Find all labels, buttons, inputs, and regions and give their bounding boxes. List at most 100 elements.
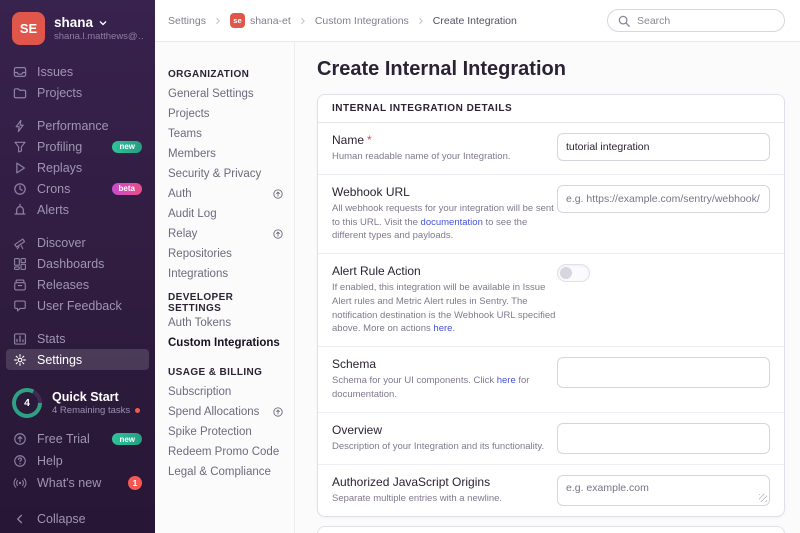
settings-nav-item-auth-tokens[interactable]: Auth Tokens [168,313,284,333]
settings-nav-item-auth[interactable]: Auth [168,184,284,204]
alert-rule-action-help-link[interactable]: here [433,323,452,334]
settings-nav-header: ORGANIZATION [168,64,284,84]
search-box[interactable] [607,9,785,32]
sidebar-item-discover[interactable]: Discover [6,232,149,253]
user-name: shana [54,15,93,30]
chevron-right-icon [298,16,308,26]
primary-sidebar: SE shana shana.l.matthews@… IssuesProjec… [0,0,155,533]
breadcrumb-shana-et[interactable]: seshana-et [230,13,291,28]
settings-nav-item-projects[interactable]: Projects [168,104,284,124]
sidebar-item-label: Releases [37,278,89,292]
sidebar-item-help[interactable]: Help [6,450,149,472]
form-row-webhook-url: Webhook URLAll webhook requests for your… [318,175,784,254]
upsell-icon [272,406,284,418]
replays-icon [13,161,27,175]
form-row-alert-rule-action: Alert Rule Action If enabled, this integr… [318,254,784,347]
authorized-javascript-origins-resize-handle[interactable] [759,494,767,502]
sidebar-item-what-s-new[interactable]: What's new1 [6,472,149,494]
sidebar-item-user-feedback[interactable]: User Feedback [6,295,149,316]
sidebar-item-dashboards[interactable]: Dashboards [6,253,149,274]
settings-nav-item-label: Projects [168,108,210,120]
settings-nav-section: ORGANIZATIONGeneral Settings Projects Team… [168,64,284,284]
sidebar-item-alerts[interactable]: Alerts [6,199,149,220]
name-input[interactable] [557,133,770,161]
issues-icon [13,65,27,79]
sidebar-item-issues[interactable]: Issues [6,61,149,82]
settings-body: ORGANIZATIONGeneral Settings Projects Team… [155,42,800,533]
releases-icon [13,278,27,292]
settings-nav-item-redeem-promo-code[interactable]: Redeem Promo Code [168,442,284,462]
settings-nav-item-teams[interactable]: Teams [168,124,284,144]
sidebar-item-free-trial[interactable]: Free Trialnew [6,428,149,450]
webhook-url-input[interactable] [557,185,770,213]
toggle-knob [560,267,572,279]
breadcrumb-custom-integrations[interactable]: Custom Integrations [315,15,409,27]
sidebar-item-stats[interactable]: Stats [6,328,149,349]
search-icon [617,14,631,28]
breadcrumb: Settings seshana-et Custom Integrations Cre… [168,13,517,28]
settings-nav-item-spend-allocations[interactable]: Spend Allocations [168,402,284,422]
schema-help-link[interactable]: here [497,375,516,386]
sidebar-collapse-button[interactable]: Collapse [6,508,149,530]
breadcrumb-label: Create Integration [433,15,517,27]
settings-nav-item-label: Auth Tokens [168,317,231,329]
form-row-name: Name*Human readable name of your Integra… [318,123,784,175]
settings-nav-section: USAGE & BILLINGSubscriptionSpend Allocat… [168,362,284,482]
sidebar-item-projects[interactable]: Projects [6,82,149,103]
field-help: All webhook requests for your integratio… [332,202,557,243]
settings-nav-item-custom-integrations[interactable]: Custom Integrations [168,333,284,353]
sidebar-nav-group: DiscoverDashboards Releases User Feedback [0,232,155,316]
dashboards-icon [13,257,27,271]
sidebar-item-crons[interactable]: Cronsbeta [6,178,149,199]
settings-nav-item-label: Integrations [168,268,228,280]
settings-nav-item-general-settings[interactable]: General Settings [168,84,284,104]
sidebar-item-label: User Feedback [37,299,122,313]
sidebar-item-replays[interactable]: Replays [6,157,149,178]
settings-nav-item-audit-log[interactable]: Audit Log [168,204,284,224]
form-row-schema: SchemaSchema for your UI components. Cli… [318,347,784,413]
settings-nav-item-integrations[interactable]: Integrations [168,264,284,284]
schema-textarea[interactable] [557,357,770,388]
sidebar-item-releases[interactable]: Releases [6,274,149,295]
quick-start-item[interactable]: 4 Quick Start 4 Remaining tasks [0,382,155,428]
breadcrumb-settings[interactable]: Settings [168,15,206,27]
field-label: Alert Rule Action [332,264,557,278]
sidebar-item-profiling[interactable]: Profilingnew [6,136,149,157]
settings-nav-item-label: Relay [168,228,197,240]
settings-nav-item-members[interactable]: Members [168,144,284,164]
field-control [557,423,770,454]
crons-icon [13,182,27,196]
user-feedback-icon [13,299,27,313]
settings-icon [13,353,27,367]
org-user-dropdown[interactable]: SE shana shana.l.matthews@… [0,0,155,53]
settings-nav-item-legal-compliance[interactable]: Legal & Compliance [168,462,284,482]
settings-nav-item-label: Auth [168,188,192,200]
performance-icon [13,119,27,133]
field-meta: Webhook URLAll webhook requests for your… [332,185,557,243]
settings-nav-item-spike-protection[interactable]: Spike Protection [168,422,284,442]
chevron-right-icon [213,16,223,26]
sidebar-footer-items: Free TrialnewHelpWhat's new1 [0,428,155,494]
settings-nav-item-security-privacy[interactable]: Security & Privacy [168,164,284,184]
field-meta: OverviewDescription of your Integration … [332,423,557,454]
field-help: If enabled, this integration will be ava… [332,281,557,336]
sidebar-item-performance[interactable]: Performance [6,115,149,136]
quick-start-subtitle: 4 Remaining tasks [52,405,130,416]
field-label: Schema [332,357,557,371]
breadcrumb-create-integration[interactable]: Create Integration [433,15,517,27]
overview-textarea[interactable] [557,423,770,454]
settings-nav-item-repositories[interactable]: Repositories [168,244,284,264]
chevron-right-icon [416,16,426,26]
settings-nav-item-relay[interactable]: Relay [168,224,284,244]
field-meta: Name*Human readable name of your Integra… [332,133,557,164]
search-input[interactable] [637,15,775,27]
authorized-javascript-origins-textarea[interactable] [557,475,770,506]
settings-nav-item-subscription[interactable]: Subscription [168,382,284,402]
settings-nav-item-label: Legal & Compliance [168,466,271,478]
field-control [557,185,770,213]
sidebar-item-settings[interactable]: Settings [6,349,149,370]
alert-rule-action-toggle[interactable] [557,264,590,282]
settings-nav-item-label: Custom Integrations [168,337,280,349]
webhook-url-help-link[interactable]: documentation [421,217,483,228]
sidebar-nav-group: PerformanceProfilingnewReplaysCronsbetaA… [0,115,155,220]
